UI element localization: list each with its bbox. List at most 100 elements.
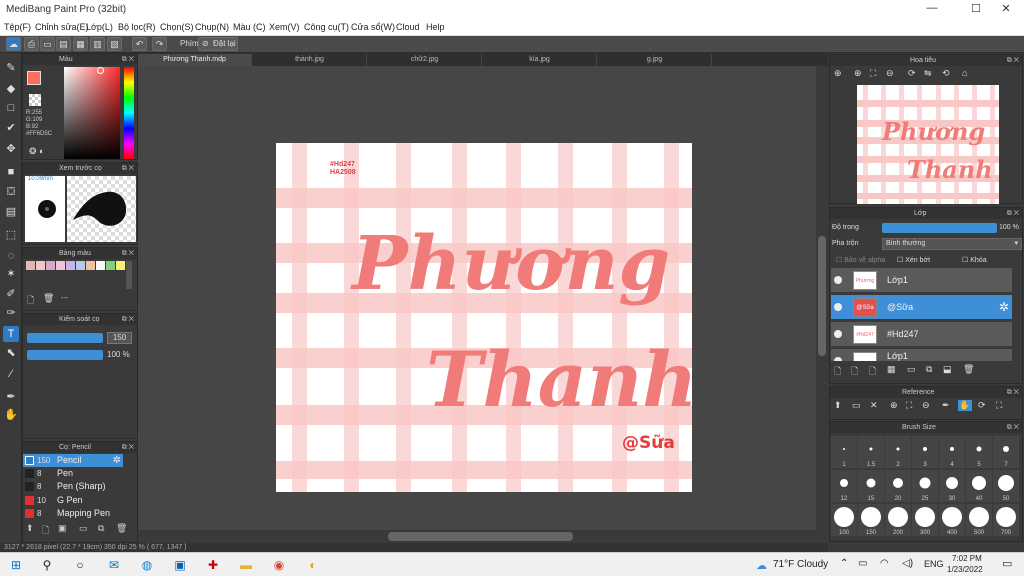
brush-size-preset[interactable]: 7 (993, 436, 1019, 468)
foreground-color-swatch[interactable] (27, 71, 41, 85)
search-icon[interactable]: ⚲ (38, 556, 56, 574)
text-tool-icon[interactable]: T (3, 326, 19, 342)
clock-date[interactable]: 1/23/2022 (947, 565, 983, 574)
speech-icon[interactable]: ▤ (56, 37, 71, 51)
undo-icon[interactable]: ↶ (132, 37, 147, 51)
eraser-tool-icon[interactable]: ◆ (3, 81, 19, 97)
brush-size-preset[interactable]: 1.5 (858, 436, 884, 468)
volume-icon[interactable]: ◁) (902, 558, 913, 569)
saturation-value-picker[interactable] (64, 67, 120, 159)
palette-swatch[interactable] (96, 261, 105, 270)
document-canvas[interactable]: #Hd247 HA2508 Phương Thanh @Sữa (276, 143, 692, 492)
menu-color[interactable]: Màu (C) (233, 22, 266, 32)
brush-folder-icon[interactable]: ▭ (79, 523, 88, 534)
notifications-icon[interactable]: ▭ (1002, 557, 1012, 570)
eye-icon[interactable] (834, 303, 842, 311)
eyedropper-tool-icon[interactable]: ✒ (3, 389, 19, 405)
edge-icon[interactable]: ◍ (138, 556, 156, 574)
mail-icon[interactable]: ✉ (105, 556, 123, 574)
move-tool-icon[interactable]: ✥ (3, 141, 19, 157)
transparent-swatch[interactable] (29, 94, 41, 106)
palette-swatch[interactable] (36, 261, 45, 270)
rotate-icon[interactable]: ⟳ (908, 68, 916, 79)
layer-mask-icon[interactable]: ▦ (887, 364, 896, 375)
tab-thanh[interactable]: thành.jpg (253, 54, 367, 66)
palette-wheel-icon[interactable]: ❂ ◐ (29, 146, 44, 157)
zoom-in-icon[interactable]: ⊕ (834, 68, 842, 79)
brush-size-preset[interactable]: 700 (993, 504, 1019, 536)
gear-icon[interactable]: ✲ (999, 300, 1009, 314)
brush-row-mapping-pen[interactable]: 8 Mapping Pen (23, 507, 123, 520)
store-icon[interactable]: ▣ (171, 556, 189, 574)
operation-tool-icon[interactable]: ⬉ (3, 345, 19, 361)
vertical-scrollbar[interactable] (816, 66, 828, 543)
copy-brush-icon[interactable]: ⧉ (98, 523, 104, 534)
brush-size-preset[interactable]: 5 (966, 436, 992, 468)
palette-swatch[interactable] (46, 261, 55, 270)
close-button[interactable]: ✕ (988, 2, 1024, 18)
palette-swatch[interactable] (86, 261, 95, 270)
blend-mode-select[interactable]: Bình thường ▾ (882, 238, 1022, 250)
layer-row-hd247[interactable]: #Hd247 #Hd247 (831, 322, 1012, 347)
brush-size-preset[interactable]: 15 (858, 470, 884, 502)
brush-size-preset[interactable]: 500 (966, 504, 992, 536)
palette-swatch[interactable] (66, 261, 75, 270)
menu-edit[interactable]: Chỉnh sửa(E) (35, 22, 89, 32)
eye-icon[interactable] (834, 276, 842, 284)
hand-tool-icon[interactable]: ✋ (3, 407, 19, 423)
protect-alpha-checkbox[interactable]: ☐ Bảo vệ alpha (836, 256, 885, 264)
eye-icon[interactable] (834, 330, 842, 338)
select-tool-icon[interactable]: ⬚ (3, 227, 19, 243)
tab-kia[interactable]: kìa.jpg (483, 54, 597, 66)
lock-checkbox[interactable]: ☐ Khóa (962, 256, 987, 264)
brush-size-preset[interactable]: 50 (993, 470, 1019, 502)
magic-wand-tool-icon[interactable]: ✶ (3, 266, 19, 282)
gradient-tool-icon[interactable]: ▤ (3, 204, 19, 220)
brush-size-preset[interactable]: 100 (831, 504, 857, 536)
cloud-icon[interactable]: ☁ (6, 37, 21, 51)
menu-help[interactable]: Help (426, 22, 445, 32)
eye-icon[interactable] (834, 357, 842, 361)
reference-hand-icon[interactable]: ✋ (958, 400, 972, 411)
windows-start-icon[interactable]: ⊞ (7, 556, 25, 574)
chrome-icon[interactable]: ◉ (270, 556, 288, 574)
layer-row-lop1-bottom[interactable]: Lớp1 (831, 349, 1012, 362)
brush-size-slider[interactable] (27, 333, 103, 343)
select-eraser-tool-icon[interactable]: ✑ (3, 305, 19, 321)
language-indicator[interactable]: ENG (924, 559, 944, 569)
brush-size-preset[interactable]: 4 (939, 436, 965, 468)
zoom-out-icon[interactable]: ⊖ (886, 68, 894, 79)
menu-window[interactable]: Cửa sổ(W) (351, 22, 395, 32)
new-layer-icon[interactable]: 🗋 (834, 364, 841, 380)
reset-button[interactable]: ⊘ Đặt lại (198, 37, 238, 51)
new-palette-icon[interactable]: 🗋 (27, 293, 34, 309)
reference-fit2-icon[interactable]: ⛶ (996, 400, 1002, 411)
reference-fit-icon[interactable]: ⛶ (906, 400, 912, 411)
clipping-checkbox[interactable]: ☐ Xén bớt (897, 256, 930, 264)
layer-row-sua[interactable]: @Sữa @Sữa ✲ (831, 295, 1012, 320)
layer-folder-icon[interactable]: ▭ (907, 364, 916, 375)
menu-filter[interactable]: Bộ lọc(R) (118, 22, 156, 32)
fill-rect-tool-icon[interactable]: ■ (3, 164, 19, 180)
reference-rotate-icon[interactable]: ⟳ (978, 400, 986, 411)
new-halftone-layer-icon[interactable]: 🗋 (851, 364, 858, 380)
menu-tools[interactable]: Công cụ(T) (304, 22, 349, 32)
gift-icon[interactable]: ✚ (204, 556, 222, 574)
rect-tool-icon[interactable]: □ (3, 100, 19, 116)
menu-view[interactable]: Xem(V) (269, 22, 300, 32)
minimize-button[interactable]: — (914, 2, 950, 18)
layer-row-lop1[interactable]: Phương Lớp1 (831, 268, 1012, 293)
lasso-tool-icon[interactable]: ◌ (3, 248, 19, 264)
menu-cloud[interactable]: Cloud (396, 22, 420, 32)
weather-text[interactable]: 71°F Cloudy (773, 559, 828, 570)
brush-size-preset[interactable]: 25 (912, 470, 938, 502)
panel-icon[interactable]: ▦ (73, 37, 88, 51)
navigator-preview[interactable]: Phương Thanh (857, 85, 999, 204)
new-8bit-layer-icon[interactable]: 🗋 (869, 364, 876, 380)
brush-size-preset[interactable]: 300 (912, 504, 938, 536)
palette-swatch[interactable] (26, 261, 35, 270)
brush-size-preset[interactable]: 20 (885, 470, 911, 502)
crop-icon[interactable]: ▧ (107, 37, 122, 51)
brush-size-preset[interactable]: 2 (885, 436, 911, 468)
reference-zoom-in-icon[interactable]: ⊕ (890, 400, 898, 411)
